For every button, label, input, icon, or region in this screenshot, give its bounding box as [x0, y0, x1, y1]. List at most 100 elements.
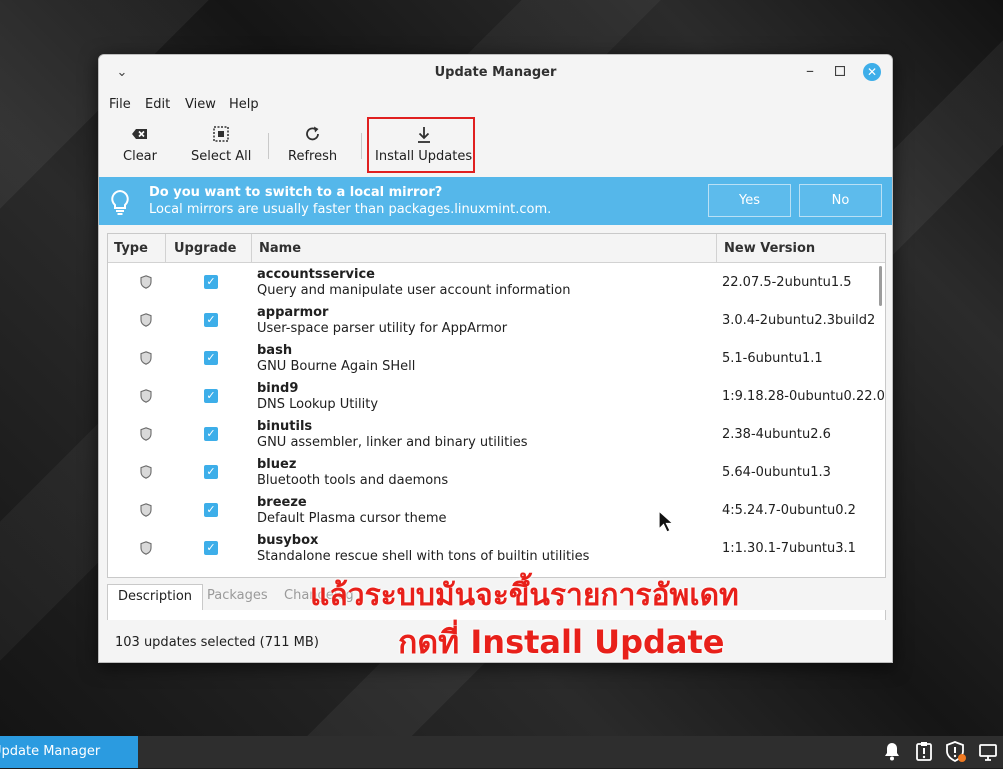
package-version: 22.07.5-2ubuntu1.5 [722, 275, 852, 290]
upgrade-checkbox[interactable]: ✓ [204, 503, 218, 517]
security-update-shield-icon [140, 275, 152, 289]
maximize-icon [834, 65, 846, 77]
status-text: 103 updates selected (711 MB) [115, 635, 319, 650]
security-update-shield-icon [140, 541, 152, 555]
package-name: bind9 [257, 381, 299, 396]
package-name: bluez [257, 457, 297, 472]
package-description: Standalone rescue shell with tons of bui… [257, 549, 590, 564]
package-name: accountsservice [257, 267, 375, 282]
toolbar-separator [361, 133, 362, 159]
upgrade-checkbox[interactable]: ✓ [204, 313, 218, 327]
package-name: bash [257, 343, 293, 358]
table-header: Type Upgrade Name New Version [108, 234, 885, 263]
clear-button[interactable]: Clear [123, 125, 157, 164]
security-update-shield-icon [140, 503, 152, 517]
package-description: DNS Lookup Utility [257, 397, 379, 412]
refresh-button[interactable]: Refresh [288, 125, 337, 164]
red-highlight-box [367, 117, 475, 173]
package-name: busybox [257, 533, 319, 548]
upgrade-checkbox[interactable]: ✓ [204, 275, 218, 289]
menu-file[interactable]: File [109, 97, 131, 112]
package-description: Bluetooth tools and daemons [257, 473, 449, 488]
tab-packages[interactable]: Packages [197, 584, 278, 609]
table-row[interactable]: ✓ bash GNU Bourne Again SHell 5.1-6ubuntu1.… [108, 339, 878, 377]
maximize-button[interactable] [831, 64, 849, 82]
tab-description[interactable]: Description [107, 584, 204, 610]
package-version: 5.1-6ubuntu1.1 [722, 351, 823, 366]
refresh-icon [305, 126, 319, 141]
close-button[interactable]: ✕ [863, 63, 881, 81]
package-version: 1:1.30.1-7ubuntu3.1 [722, 541, 856, 556]
yes-button[interactable]: Yes [708, 184, 791, 217]
table-row[interactable]: ✓ apparmor User-space parser utility for A… [108, 301, 878, 339]
package-name: apparmor [257, 305, 329, 320]
package-name: binutils [257, 419, 313, 434]
column-type[interactable]: Type [114, 241, 148, 256]
package-version: 3.0.4-2ubuntu2.3build2 [722, 313, 876, 328]
window-title: Update Manager [434, 65, 557, 80]
table-row[interactable]: ✓ breeze Default Plasma cursor theme 4:5.24… [108, 491, 878, 529]
menu-help[interactable]: Help [229, 97, 259, 112]
no-button[interactable]: No [799, 184, 882, 217]
menu-view[interactable]: View [185, 97, 216, 112]
table-row[interactable]: ✓ bluez Bluetooth tools and daemons 5.64-0u… [108, 453, 878, 491]
package-description: GNU Bourne Again SHell [257, 359, 416, 374]
clear-label: Clear [123, 149, 157, 164]
mirror-detail: Local mirrors are usually faster than pa… [149, 202, 552, 217]
local-mirror-infobar: Do you want to switch to a local mirror?… [99, 177, 892, 225]
column-upgrade[interactable]: Upgrade [174, 241, 236, 256]
vertical-scrollbar[interactable] [879, 266, 882, 306]
table-row[interactable]: ✓ accountsservice Query and manipulate use… [108, 263, 878, 301]
select-all-button[interactable]: Select All [191, 125, 251, 164]
table-row[interactable]: ✓ bind9 DNS Lookup Utility 1:9.18.28-0ubunt… [108, 377, 884, 415]
column-new-version[interactable]: New Version [724, 241, 815, 256]
package-version: 2.38-4ubuntu2.6 [722, 427, 831, 442]
minimize-button[interactable]: – [801, 63, 819, 82]
security-update-shield-icon [140, 465, 152, 479]
upgrade-checkbox[interactable]: ✓ [204, 541, 218, 555]
package-description: Query and manipulate user account inform… [257, 283, 571, 298]
column-divider [165, 234, 166, 262]
upgrade-checkbox[interactable]: ✓ [204, 389, 218, 403]
mouse-cursor-icon [658, 510, 675, 533]
security-update-shield-icon [140, 313, 152, 327]
titlebar: ⌄ Update Manager – ✕ [99, 55, 892, 91]
column-divider [251, 234, 252, 262]
notification-bell-icon[interactable] [881, 741, 903, 763]
package-description: User-space parser utility for AppArmor [257, 321, 508, 336]
column-name[interactable]: Name [259, 241, 301, 256]
thai-annotation-line2: กดที่ Install Update [398, 623, 725, 661]
column-divider [716, 234, 717, 262]
package-version: 4:5.24.7-0ubuntu0.2 [722, 503, 856, 518]
select-all-icon [213, 126, 229, 142]
toolbar: Clear Select All Refresh Install Updates [99, 119, 892, 175]
select-all-label: Select All [191, 149, 252, 164]
network-icon[interactable] [977, 741, 999, 763]
package-description: GNU assembler, linker and binary utiliti… [257, 435, 528, 450]
thai-annotation-line1: แล้วระบบมันจะขึ้นรายการอัพเดท [310, 578, 739, 613]
toolbar-separator [268, 133, 269, 159]
backspace-icon [132, 129, 147, 139]
menu-edit[interactable]: Edit [145, 97, 170, 112]
table-row[interactable]: ✓ binutils GNU assembler, linker and binar… [108, 415, 878, 453]
update-clipboard-icon[interactable] [913, 741, 935, 763]
security-update-shield-icon [140, 427, 152, 441]
package-name: breeze [257, 495, 307, 510]
upgrade-checkbox[interactable]: ✓ [204, 427, 218, 441]
upgrade-checkbox[interactable]: ✓ [204, 465, 218, 479]
taskbar-update-manager[interactable]: Update Manager [0, 736, 138, 768]
mirror-question: Do you want to switch to a local mirror? [149, 185, 443, 200]
security-update-shield-icon [140, 351, 152, 365]
package-version: 5.64-0ubuntu1.3 [722, 465, 831, 480]
security-shield-icon[interactable] [945, 741, 967, 763]
refresh-label: Refresh [288, 149, 338, 164]
menubar: File Edit View Help [99, 93, 892, 117]
security-update-shield-icon [140, 389, 152, 403]
package-version: 1:9.18.28-0ubuntu0.22.04. [722, 389, 884, 404]
taskbar: Update Manager [0, 736, 1003, 768]
updates-table: Type Upgrade Name New Version ✓ accountss… [107, 233, 886, 578]
upgrade-checkbox[interactable]: ✓ [204, 351, 218, 365]
package-description: Default Plasma cursor theme [257, 511, 447, 526]
lightbulb-icon [111, 189, 129, 215]
table-row[interactable]: ✓ busybox Standalone rescue shell with ton… [108, 529, 878, 567]
